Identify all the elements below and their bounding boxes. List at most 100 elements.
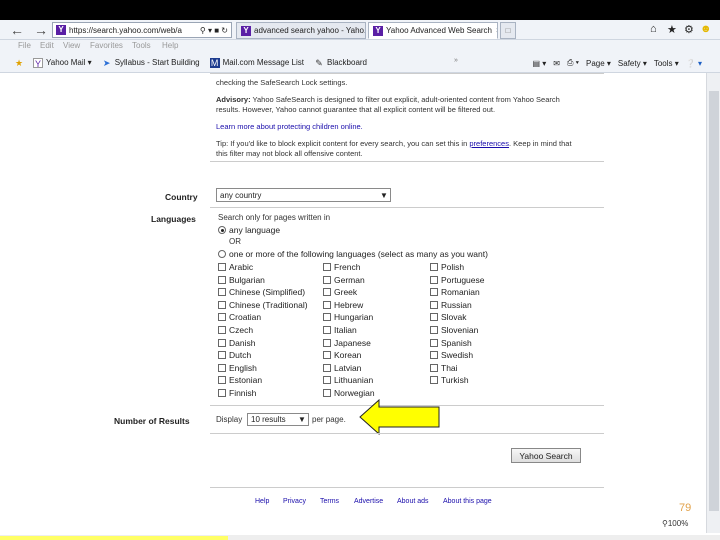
- footer-advertise-link[interactable]: Advertise: [354, 498, 383, 505]
- language-checkbox[interactable]: Lithuanian: [323, 375, 373, 385]
- language-checkbox[interactable]: English: [218, 363, 257, 373]
- yahoo-search-button[interactable]: Yahoo Search: [511, 448, 581, 463]
- language-checkbox[interactable]: Spanish: [430, 338, 472, 348]
- checkbox-box: [323, 263, 331, 271]
- language-checkbox[interactable]: Greek: [323, 287, 357, 297]
- tab-yahoo-advanced-web-search[interactable]: Y Yahoo Advanced Web Search ×: [368, 22, 498, 39]
- help-icon[interactable]: ❔ ▾: [686, 59, 702, 68]
- language-checkbox[interactable]: Czech: [218, 325, 253, 335]
- vertical-scrollbar[interactable]: [706, 73, 720, 533]
- divider: [210, 487, 604, 488]
- tab-label: Yahoo Advanced Web Search: [386, 26, 492, 35]
- feeds-icon[interactable]: ▤ ▾: [533, 59, 547, 68]
- language-checkbox[interactable]: Korean: [323, 350, 361, 360]
- menu-favorites[interactable]: Favorites: [90, 41, 123, 50]
- footer-privacy-link[interactable]: Privacy: [283, 498, 306, 505]
- footer-help-link[interactable]: Help: [255, 498, 269, 505]
- country-label: Country: [165, 192, 198, 202]
- language-label: Japanese: [334, 337, 371, 348]
- language-label: Croatian: [229, 312, 262, 323]
- language-checkbox[interactable]: Portuguese: [430, 275, 484, 285]
- language-checkbox[interactable]: Danish: [218, 338, 255, 348]
- address-text[interactable]: https://search.yahoo.com/web/a: [69, 26, 182, 35]
- favorite-syllabus[interactable]: ➤ Syllabus - Start Building: [102, 58, 200, 68]
- favorite-blackboard[interactable]: ✎ Blackboard: [314, 58, 367, 68]
- or-text: OR: [229, 237, 241, 246]
- print-icon[interactable]: ⎙ ▾: [567, 58, 579, 68]
- language-checkbox[interactable]: Swedish: [430, 350, 473, 360]
- country-select[interactable]: any country ▼: [216, 188, 391, 202]
- language-checkbox[interactable]: Romanian: [430, 287, 480, 297]
- read-mail-icon[interactable]: ✉: [553, 59, 560, 68]
- language-checkbox[interactable]: Bulgarian: [218, 275, 265, 285]
- checkbox-box: [218, 389, 226, 397]
- forward-arrow-icon[interactable]: →: [34, 22, 48, 38]
- checkbox-box: [218, 376, 226, 385]
- safety-menu[interactable]: Safety ▾: [618, 59, 647, 68]
- number-of-results-label: Number of Results: [114, 416, 190, 426]
- menu-view[interactable]: View: [63, 41, 80, 50]
- address-bar[interactable]: Y https://search.yahoo.com/web/a ⚲ ▾ ■ ↻: [52, 22, 232, 38]
- checkbox-box: [430, 313, 438, 322]
- language-checkbox[interactable]: Hebrew: [323, 300, 363, 310]
- menu-help[interactable]: Help: [162, 41, 178, 50]
- language-label: French: [334, 262, 361, 272]
- learn-more-link[interactable]: Learn more about protecting children onl…: [216, 122, 363, 131]
- language-checkbox[interactable]: Hungarian: [323, 312, 373, 322]
- menu-tools[interactable]: Tools: [132, 41, 151, 50]
- tip-text-a: Tip: If you'd like to block explicit con…: [216, 139, 468, 148]
- advisory-label: Advisory:: [216, 95, 251, 104]
- more-chevron-icon[interactable]: »: [454, 57, 458, 64]
- tools-menu[interactable]: Tools ▾: [654, 59, 679, 68]
- page-content: checking the SafeSearch Lock settings. A…: [0, 73, 706, 540]
- favorite-yahoo-mail[interactable]: Y Yahoo Mail ▾: [33, 57, 92, 69]
- language-checkbox[interactable]: Russian: [430, 300, 472, 310]
- language-checkbox[interactable]: German: [323, 275, 365, 285]
- language-label: Chinese (Simplified): [229, 287, 306, 298]
- menu-file[interactable]: File: [18, 41, 31, 50]
- language-checkbox[interactable]: Thai: [430, 363, 458, 373]
- results-per-page-select[interactable]: 10 results ▼: [247, 413, 309, 426]
- menu-edit[interactable]: Edit: [40, 41, 54, 50]
- language-checkbox[interactable]: Chinese (Simplified): [218, 287, 305, 297]
- language-checkbox[interactable]: Japanese: [323, 338, 371, 348]
- language-checkbox[interactable]: Polish: [430, 262, 464, 272]
- language-checkbox[interactable]: Finnish: [218, 388, 256, 398]
- blackboard-icon: ✎: [315, 57, 323, 68]
- footer-about-page-link[interactable]: About this page: [443, 498, 492, 505]
- page-menu[interactable]: Page ▾: [586, 59, 611, 68]
- preferences-link[interactable]: preferences: [469, 139, 509, 148]
- search-lock-refresh-icons[interactable]: ⚲ ▾ ■ ↻: [196, 26, 228, 35]
- footer-terms-link[interactable]: Terms: [320, 498, 339, 505]
- language-checkbox[interactable]: Croatian: [218, 312, 261, 322]
- settings-gear-icon[interactable]: ⚙: [684, 23, 694, 36]
- smiley-feedback-icon[interactable]: ☻: [700, 23, 712, 35]
- favorite-mail-com[interactable]: M Mail.com Message List: [209, 57, 304, 68]
- checkbox-box: [218, 288, 226, 297]
- home-icon[interactable]: ⌂: [650, 23, 657, 35]
- per-page-text: per page.: [312, 415, 346, 424]
- language-checkbox[interactable]: Norwegian: [323, 388, 375, 398]
- language-checkbox[interactable]: Arabic: [218, 262, 253, 272]
- language-checkbox[interactable]: Latvian: [323, 363, 361, 373]
- back-arrow-icon[interactable]: ←: [10, 22, 24, 38]
- zoom-level[interactable]: ⚲100%: [662, 519, 688, 528]
- language-checkbox[interactable]: Estonian: [218, 375, 262, 385]
- close-tab-icon[interactable]: ×: [492, 26, 497, 35]
- favorites-add-icon[interactable]: ★: [14, 58, 27, 68]
- favorites-star-icon[interactable]: ★: [667, 23, 677, 36]
- language-checkbox[interactable]: Chinese (Traditional): [218, 300, 308, 310]
- new-tab-button[interactable]: □: [500, 22, 516, 39]
- language-checkbox[interactable]: Dutch: [218, 350, 251, 360]
- one-or-more-radio[interactable]: one or more of the following languages (…: [218, 249, 488, 259]
- tab-advanced-search[interactable]: Y advanced search yahoo - Yaho...: [236, 22, 366, 39]
- any-language-radio[interactable]: any language: [218, 225, 280, 235]
- language-checkbox[interactable]: Slovenian: [430, 325, 478, 335]
- language-checkbox[interactable]: Slovak: [430, 312, 467, 322]
- footer-about-ads-link[interactable]: About ads: [397, 498, 429, 505]
- language-checkbox[interactable]: Italian: [323, 325, 357, 335]
- language-checkbox[interactable]: French: [323, 262, 360, 272]
- scrollbar-thumb[interactable]: [709, 91, 719, 511]
- language-label: Dutch: [229, 350, 252, 361]
- language-checkbox[interactable]: Turkish: [430, 375, 469, 385]
